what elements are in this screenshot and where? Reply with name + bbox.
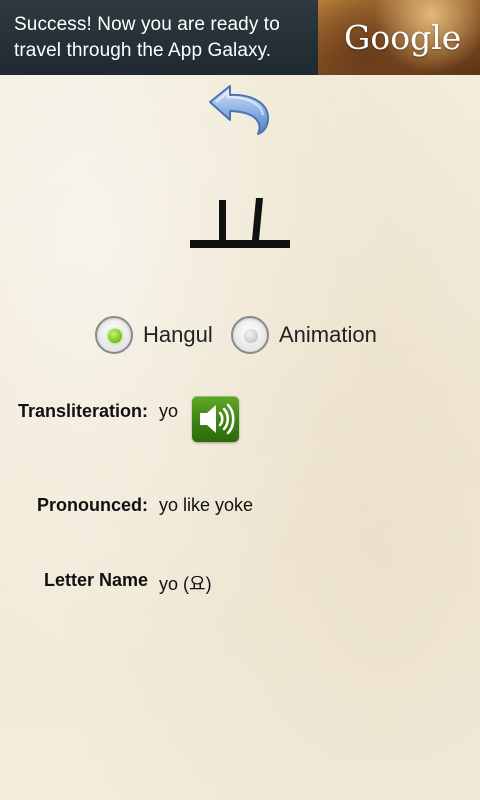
ad-brand-logo: Google: [344, 18, 462, 57]
radio-unselected-indicator: [244, 329, 258, 343]
pronounced-label: Pronounced:: [37, 495, 148, 515]
ad-text-line-2: travel through the App Galaxy.: [14, 40, 272, 61]
back-button[interactable]: [206, 82, 274, 136]
ad-banner[interactable]: Success! Now you are ready to travel thr…: [0, 0, 480, 75]
ad-text-line-1: Success! Now you are ready to: [14, 14, 280, 35]
letter-name-label: Letter Name: [43, 570, 148, 590]
hangul-letter-glyph: [190, 198, 290, 248]
radio-hangul-circle[interactable]: [95, 316, 133, 354]
radio-hangul-label: Hangul: [143, 322, 213, 347]
transliteration-label: Transliteration:: [17, 401, 148, 421]
transliteration-value: yo: [159, 401, 179, 421]
view-mode-radio-group: Hangul Animation: [95, 314, 405, 356]
letter-name-value: yo (요): [159, 574, 212, 594]
radio-selected-indicator: [108, 329, 122, 343]
radio-animation-label: Animation: [279, 322, 377, 347]
back-arrow-icon: [209, 85, 269, 135]
radio-animation-circle[interactable]: [231, 316, 269, 354]
ad-text: Success! Now you are ready to travel thr…: [14, 12, 314, 64]
speaker-icon: [200, 403, 235, 435]
pronounced-value: yo like yoke: [159, 495, 254, 515]
play-sound-button[interactable]: [192, 396, 239, 442]
radio-hangul[interactable]: Hangul: [95, 314, 213, 356]
radio-animation[interactable]: Animation: [231, 314, 377, 356]
app-screen: Success! Now you are ready to travel thr…: [0, 0, 480, 800]
